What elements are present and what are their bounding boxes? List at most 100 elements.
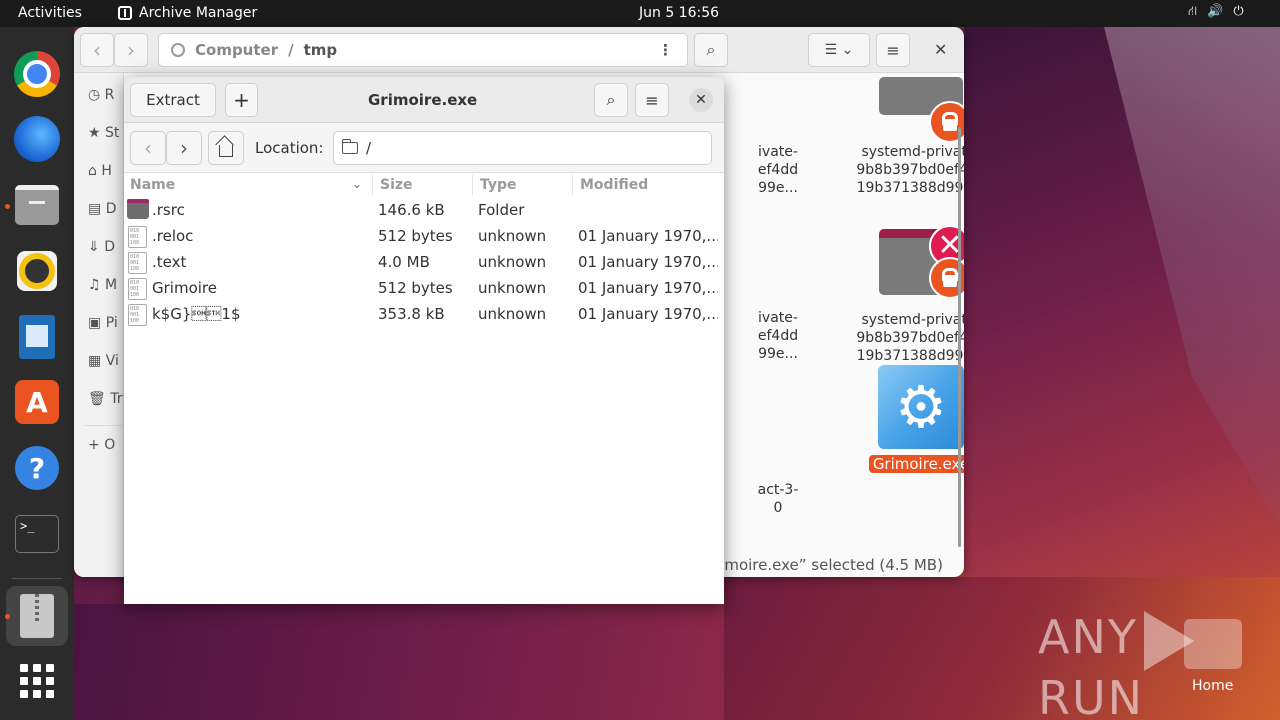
sidebar-item-downloads[interactable]: ⇓ D [88, 239, 115, 255]
dock-rhythmbox[interactable] [12, 246, 62, 296]
chrome-icon [14, 51, 60, 97]
cell-type: unknown [478, 253, 547, 271]
folder-icon [127, 199, 149, 219]
view-toggle-button[interactable]: ☰ ⌄ [808, 33, 870, 67]
show-applications-button[interactable] [12, 656, 62, 706]
table-row[interactable]: 010 001 100 k$G}1$ 353.8 kB unknown 01 J… [124, 302, 724, 328]
cell-type: unknown [478, 227, 547, 245]
path-separator: / [288, 41, 294, 59]
sidebar-item-trash[interactable]: 🗑 Tr [88, 391, 122, 407]
archive-manager-icon [118, 6, 132, 20]
files-headerbar: ‹ › Computer / tmp ⋮ ⌕ ☰ ⌄ ≡ ✕ [74, 27, 964, 73]
cell-size: 4.0 MB [378, 253, 430, 271]
sidebar-divider [84, 425, 124, 426]
file-item[interactable]: act-3- 0 [708, 413, 848, 517]
search-button[interactable]: ⌕ [594, 83, 628, 117]
dock-separator [12, 578, 62, 579]
clock[interactable]: Jun 5 16:56 [639, 5, 719, 21]
cell-name: .reloc [152, 227, 194, 245]
path-bar[interactable]: Computer / tmp ⋮ [158, 33, 688, 67]
add-files-button[interactable]: + [225, 83, 258, 117]
file-item[interactable]: ✕ systemd-private-9b8b397bd0ef4dd19b3713… [851, 225, 964, 365]
close-icon[interactable]: ✕ [934, 40, 947, 59]
cell-name: k$G}1$ [152, 305, 241, 323]
path-computer[interactable]: Computer [195, 41, 278, 59]
sidebar-item-music[interactable]: ♫ M [88, 277, 117, 293]
play-icon [1143, 610, 1194, 671]
cell-modified: 01 January 1970,... [578, 227, 718, 245]
file-label: systemd-private-9b8b397bd0ef4dd19b371388… [856, 312, 964, 364]
cell-name: .text [152, 253, 187, 271]
binary-file-icon: 010 001 100 [128, 278, 147, 300]
hamburger-icon: ≡ [645, 90, 659, 110]
dock-files[interactable] [12, 180, 62, 230]
power-icon: ⏻ [1233, 4, 1244, 19]
column-type[interactable]: Type [480, 177, 517, 193]
system-tray[interactable]: ⛙ 🔊 ⏻ [1188, 4, 1244, 21]
file-item[interactable]: ivate-ef4dd 99e... [708, 243, 848, 363]
archive-manager-window[interactable]: Extract + Grimoire.exe ⌕ ≡ ✕ ‹ › Locatio… [124, 77, 724, 604]
table-row[interactable]: .rsrc 146.6 kB Folder [124, 198, 724, 224]
sidebar-item-documents[interactable]: ▤ D [88, 201, 116, 217]
software-store-icon: A [15, 380, 59, 424]
dock-thunderbird[interactable] [12, 114, 62, 164]
search-button[interactable]: ⌕ [694, 33, 728, 67]
sidebar-item-other-locations[interactable]: + O [88, 437, 115, 453]
file-label: systemd-private-9b8b397bd0ef4dd19b371388… [856, 144, 964, 196]
close-icon: ✕ [695, 92, 707, 108]
terminal-icon: >_ [15, 515, 59, 553]
sidebar-item-recent[interactable]: ◷ R [88, 87, 114, 103]
column-size[interactable]: Size [380, 177, 413, 193]
dock-archive-manager[interactable] [12, 591, 62, 641]
folder-icon [879, 77, 964, 143]
window-title: Grimoire.exe [368, 91, 478, 109]
table-row[interactable]: 010 001 100 Grimoire 512 bytes unknown 01 … [124, 276, 724, 302]
dock-chrome[interactable] [12, 49, 62, 99]
running-indicator [5, 614, 10, 619]
binary-file-icon: 010 001 100 [128, 304, 147, 326]
dock-help[interactable]: ? [12, 443, 62, 493]
menu-button[interactable]: ≡ [876, 33, 910, 67]
dock-terminal[interactable]: >_ [12, 509, 62, 559]
app-name: Archive Manager [139, 5, 258, 21]
table-row[interactable]: 010 001 100 .text 4.0 MB unknown 01 Januar… [124, 250, 724, 276]
forward-button[interactable]: › [114, 33, 148, 67]
home-button[interactable] [208, 131, 244, 165]
dock-software[interactable]: A [12, 377, 62, 427]
close-button[interactable]: ✕ [689, 88, 713, 112]
app-menu[interactable]: Archive Manager [118, 5, 257, 21]
sort-chevron-down-icon: ⌄ [352, 177, 363, 191]
disk-icon [171, 43, 185, 57]
location-value: / [366, 139, 372, 157]
sidebar-item-starred[interactable]: ★ St [88, 125, 119, 141]
extract-button[interactable]: Extract [130, 83, 216, 117]
cell-modified: 01 January 1970,... [578, 253, 718, 271]
sidebar-item-videos[interactable]: ▦ Vi [88, 353, 119, 369]
sidebar-item-home[interactable]: ⌂ H [88, 163, 112, 179]
activities-button[interactable]: Activities [18, 5, 82, 21]
file-item[interactable]: ivate-ef4dd 99e... [708, 77, 848, 197]
forward-button[interactable]: › [166, 131, 202, 165]
file-item[interactable]: systemd-private-9b8b397bd0ef4dd19b371388… [851, 77, 964, 197]
archive-headerbar: Extract + Grimoire.exe ⌕ ≡ ✕ [124, 77, 724, 123]
table-row[interactable]: 010 001 100 .reloc 512 bytes unknown 01 Ja… [124, 224, 724, 250]
table-header: Name ⌄ Size Type Modified [124, 173, 724, 197]
file-item-grimoire-exe[interactable]: ⚙ Grimoire.exe [851, 365, 964, 474]
column-modified[interactable]: Modified [580, 177, 648, 193]
executable-gear-icon: ⚙ [878, 365, 964, 449]
file-label: ivate-ef4dd 99e... [757, 310, 799, 362]
back-button[interactable]: ‹ [130, 131, 166, 165]
column-name[interactable]: Name [130, 177, 175, 193]
dock-writer[interactable] [12, 312, 62, 362]
path-tmp[interactable]: tmp [304, 41, 338, 59]
menu-button[interactable]: ≡ [635, 83, 669, 117]
writer-icon [19, 315, 55, 359]
file-label: ivate-ef4dd 99e... [757, 144, 799, 196]
sidebar-item-pictures[interactable]: ▣ Pi [88, 315, 118, 331]
thunderbird-icon [14, 116, 60, 162]
path-menu-icon[interactable]: ⋮ [658, 41, 673, 59]
location-field[interactable]: / [333, 131, 712, 165]
scrollbar[interactable] [958, 127, 961, 547]
back-button[interactable]: ‹ [80, 33, 114, 67]
cell-type: unknown [478, 279, 547, 297]
